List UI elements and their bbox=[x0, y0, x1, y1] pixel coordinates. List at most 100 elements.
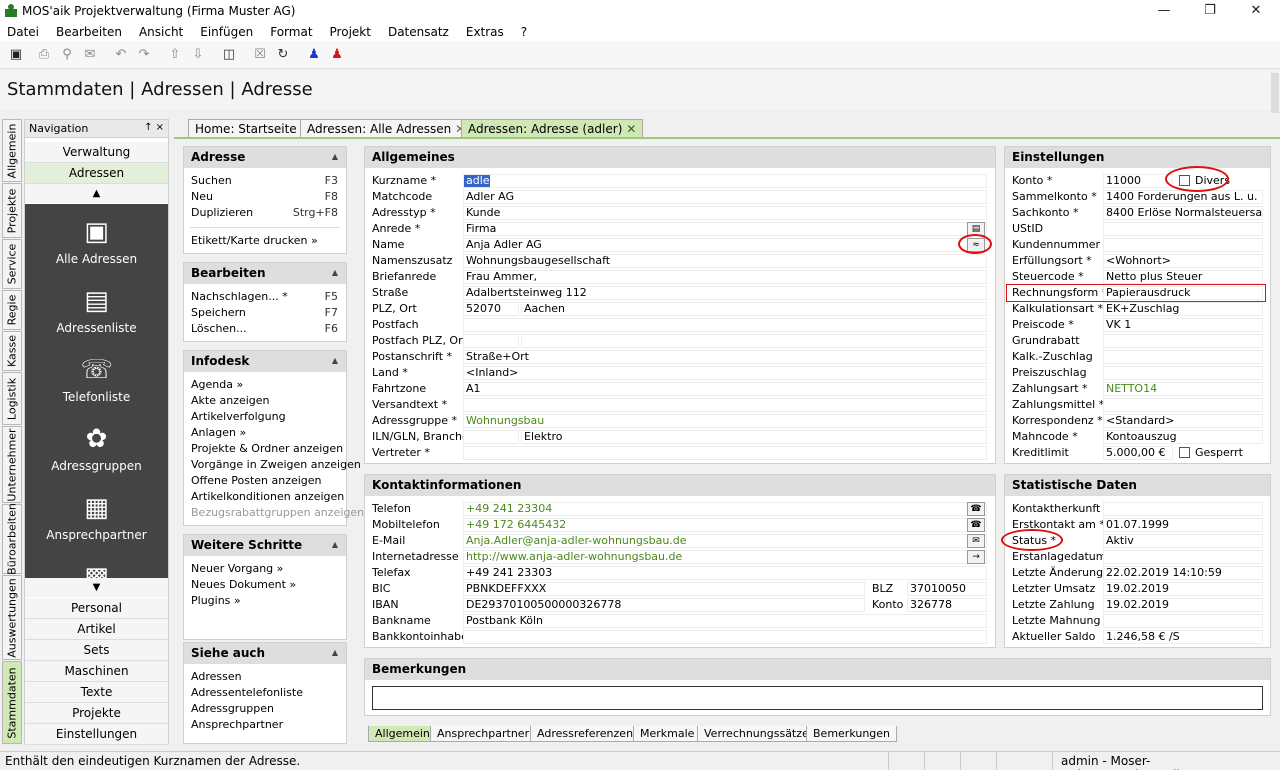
nav-alle-adressen[interactable]: ▣ Alle Adressen bbox=[25, 216, 168, 266]
field-kalk-zuschlag[interactable] bbox=[1103, 350, 1263, 364]
undo-icon[interactable]: ↶ bbox=[113, 47, 129, 63]
field-aktueller-saldo[interactable]: 1.246,58 € /S bbox=[1103, 630, 1263, 644]
field-ustid[interactable] bbox=[1103, 222, 1263, 236]
field-telefon[interactable]: +49 241 23304 bbox=[463, 502, 987, 516]
field-grundrabatt[interactable] bbox=[1103, 334, 1263, 348]
nav-scroll-up-icon[interactable]: ▲ bbox=[25, 184, 168, 203]
mobile-phone-icon[interactable]: ☎ bbox=[967, 518, 985, 532]
field-postfach[interactable] bbox=[463, 318, 987, 332]
field-bankname[interactable]: Postbank Köln bbox=[463, 614, 987, 628]
nav-ansprechpartner[interactable]: ▦ Ansprechpartner bbox=[25, 492, 168, 542]
field-letzte-zahlung[interactable]: 19.02.2019 bbox=[1103, 598, 1263, 612]
task-neuer-vorgang[interactable]: Neuer Vorgang » bbox=[184, 561, 346, 577]
field-erstanlagedatum[interactable] bbox=[1103, 550, 1263, 564]
field-plz-ort[interactable]: 52070 bbox=[463, 302, 519, 316]
collapse-icon[interactable]: ▲ bbox=[332, 356, 338, 365]
menu-ansicht[interactable]: Ansicht bbox=[139, 22, 183, 42]
field-iln-gln-branche-2[interactable]: Elektro bbox=[521, 430, 987, 444]
field-konto[interactable]: 11000 bbox=[1103, 174, 1173, 188]
field-matchcode[interactable]: Adler AG bbox=[463, 190, 987, 204]
nav-personal[interactable]: Personal bbox=[25, 598, 168, 619]
nav-telefonliste[interactable]: ☏ Telefonliste bbox=[25, 354, 168, 404]
close-icon[interactable]: ✕ bbox=[1233, 0, 1279, 22]
vtab-unternehmer[interactable]: Unternehmer bbox=[2, 426, 22, 503]
pane-header[interactable]: Weitere Schritte ▲ bbox=[184, 535, 346, 556]
field-letzte-nderung[interactable]: 22.02.2019 14:10:59 bbox=[1103, 566, 1263, 580]
phone-icon[interactable]: ☎ bbox=[967, 502, 985, 516]
task-adressentelefonliste[interactable]: Adressentelefonliste bbox=[184, 685, 346, 701]
field-erf-llungsort[interactable]: <Wohnort> bbox=[1103, 254, 1263, 268]
maximize-icon[interactable]: ❐ bbox=[1187, 0, 1233, 22]
tab-alle-adressen[interactable]: Adressen: Alle Adressen ✕ bbox=[300, 119, 473, 138]
field-name[interactable]: Anja Adler AG bbox=[463, 238, 987, 252]
field-letzte-mahnung[interactable] bbox=[1103, 614, 1263, 628]
nav-adressgruppen[interactable]: ✿ Adressgruppen bbox=[25, 423, 168, 473]
task-artikelverfolgung[interactable]: Artikelverfolgung bbox=[184, 409, 346, 425]
field-postanschrift[interactable]: Straße+Ort bbox=[463, 350, 987, 364]
arrow-up-icon[interactable]: ⇧ bbox=[167, 47, 183, 63]
task-vorgaenge-zweige[interactable]: Vorgänge in Zweigen anzeigen bbox=[184, 457, 361, 473]
menu-einfuegen[interactable]: Einfügen bbox=[200, 22, 253, 42]
field-land[interactable]: <Inland> bbox=[463, 366, 987, 380]
field-namenszusatz[interactable]: Wohnungsbaugesellschaft bbox=[463, 254, 987, 268]
task-duplizieren[interactable]: Duplizieren Strg+F8 bbox=[184, 205, 346, 221]
menu-projekt[interactable]: Projekt bbox=[330, 22, 371, 42]
field-sammelkonto[interactable]: 1400 Forderungen aus L. u. L. bbox=[1103, 190, 1263, 204]
task-anlagen[interactable]: Anlagen » bbox=[184, 425, 346, 441]
nav-sets[interactable]: Sets bbox=[25, 640, 168, 661]
nav-artikel[interactable]: Artikel bbox=[25, 619, 168, 640]
vtab-stammdaten[interactable]: Stammdaten bbox=[2, 661, 22, 744]
gesperrt-checkbox[interactable] bbox=[1179, 447, 1190, 458]
field-korrespondenz[interactable]: <Standard> bbox=[1103, 414, 1263, 428]
task-ansprechpartner[interactable]: Ansprechpartner bbox=[184, 717, 346, 733]
pane-header[interactable]: Adresse ▲ bbox=[184, 147, 346, 168]
field-letzter-umsatz[interactable]: 19.02.2019 bbox=[1103, 582, 1263, 596]
nav-texte[interactable]: Texte bbox=[25, 682, 168, 703]
nav-projekte[interactable]: Projekte bbox=[25, 703, 168, 724]
field-adresstyp[interactable]: Kunde bbox=[463, 206, 987, 220]
collapse-icon[interactable]: ▲ bbox=[332, 540, 338, 549]
field-status[interactable]: Aktiv bbox=[1103, 534, 1263, 548]
vtab-auswertungen[interactable]: Auswertungen bbox=[2, 575, 22, 660]
field-plz-ort-2[interactable]: Aachen bbox=[521, 302, 987, 316]
print-icon[interactable]: ⎙ bbox=[36, 47, 52, 63]
field-versandtext[interactable] bbox=[463, 398, 987, 412]
field-mobiltelefon[interactable]: +49 172 6445432 bbox=[463, 518, 987, 532]
field-iban[interactable]: DE29370100500000326778 bbox=[463, 598, 865, 612]
field-kreditlimit[interactable]: 5.000,00 € bbox=[1103, 446, 1173, 460]
pane-header[interactable]: Bearbeiten ▲ bbox=[184, 263, 346, 284]
vtab-projekte[interactable]: Projekte bbox=[2, 183, 22, 238]
save-icon[interactable]: ▣ bbox=[8, 47, 24, 63]
tab-home[interactable]: Home: Startseite bbox=[188, 119, 304, 138]
menu-bearbeiten[interactable]: Bearbeiten bbox=[56, 22, 122, 42]
field-telefax[interactable]: +49 241 23303 bbox=[463, 566, 987, 580]
task-agenda[interactable]: Agenda » bbox=[184, 377, 346, 393]
refresh-icon[interactable]: ↻ bbox=[275, 47, 291, 63]
menu-datensatz[interactable]: Datensatz bbox=[388, 22, 449, 42]
field-bic-2[interactable]: 37010050 bbox=[907, 582, 987, 596]
field-stra-e[interactable]: Adalbertsteinweg 112 bbox=[463, 286, 987, 300]
vtab-allgemein[interactable]: Allgemein bbox=[2, 119, 22, 182]
minimize-icon[interactable]: — bbox=[1141, 0, 1187, 22]
field-mahncode[interactable]: Kontoauszug bbox=[1103, 430, 1263, 444]
field-kontaktherkunft[interactable] bbox=[1103, 502, 1263, 516]
close-tab-icon[interactable]: ✕ bbox=[626, 122, 636, 136]
task-adressen[interactable]: Adressen bbox=[184, 669, 346, 685]
pin-close-icon[interactable]: ↑ × bbox=[144, 122, 164, 133]
nav-scroll-down-icon[interactable]: ▼ bbox=[25, 578, 168, 597]
nav-adressen[interactable]: Adressen bbox=[25, 163, 168, 184]
field-erstkontakt-am[interactable]: 01.07.1999 bbox=[1103, 518, 1263, 532]
vtab-regie[interactable]: Regie bbox=[2, 290, 22, 330]
btab-bemerkungen[interactable]: Bemerkungen bbox=[806, 726, 898, 742]
task-etikett[interactable]: Etikett/Karte drucken » bbox=[184, 233, 346, 249]
btab-allgemein[interactable]: Allgemein bbox=[368, 726, 437, 742]
pane-header[interactable]: Siehe auch ▲ bbox=[184, 643, 346, 664]
field-kalkulationsart[interactable]: EK+Zuschlag bbox=[1103, 302, 1263, 316]
btab-ansprechpartner[interactable]: Ansprechpartner bbox=[430, 726, 537, 742]
field-adressgruppe[interactable]: Wohnungsbau bbox=[463, 414, 987, 428]
menu-datei[interactable]: Datei bbox=[7, 22, 39, 42]
task-akte[interactable]: Akte anzeigen bbox=[184, 393, 346, 409]
field-postfach-plz-ort[interactable] bbox=[463, 334, 519, 348]
nav-adressenliste[interactable]: ▤ Adressenliste bbox=[25, 285, 168, 335]
collapse-icon[interactable]: ▲ bbox=[332, 152, 338, 161]
